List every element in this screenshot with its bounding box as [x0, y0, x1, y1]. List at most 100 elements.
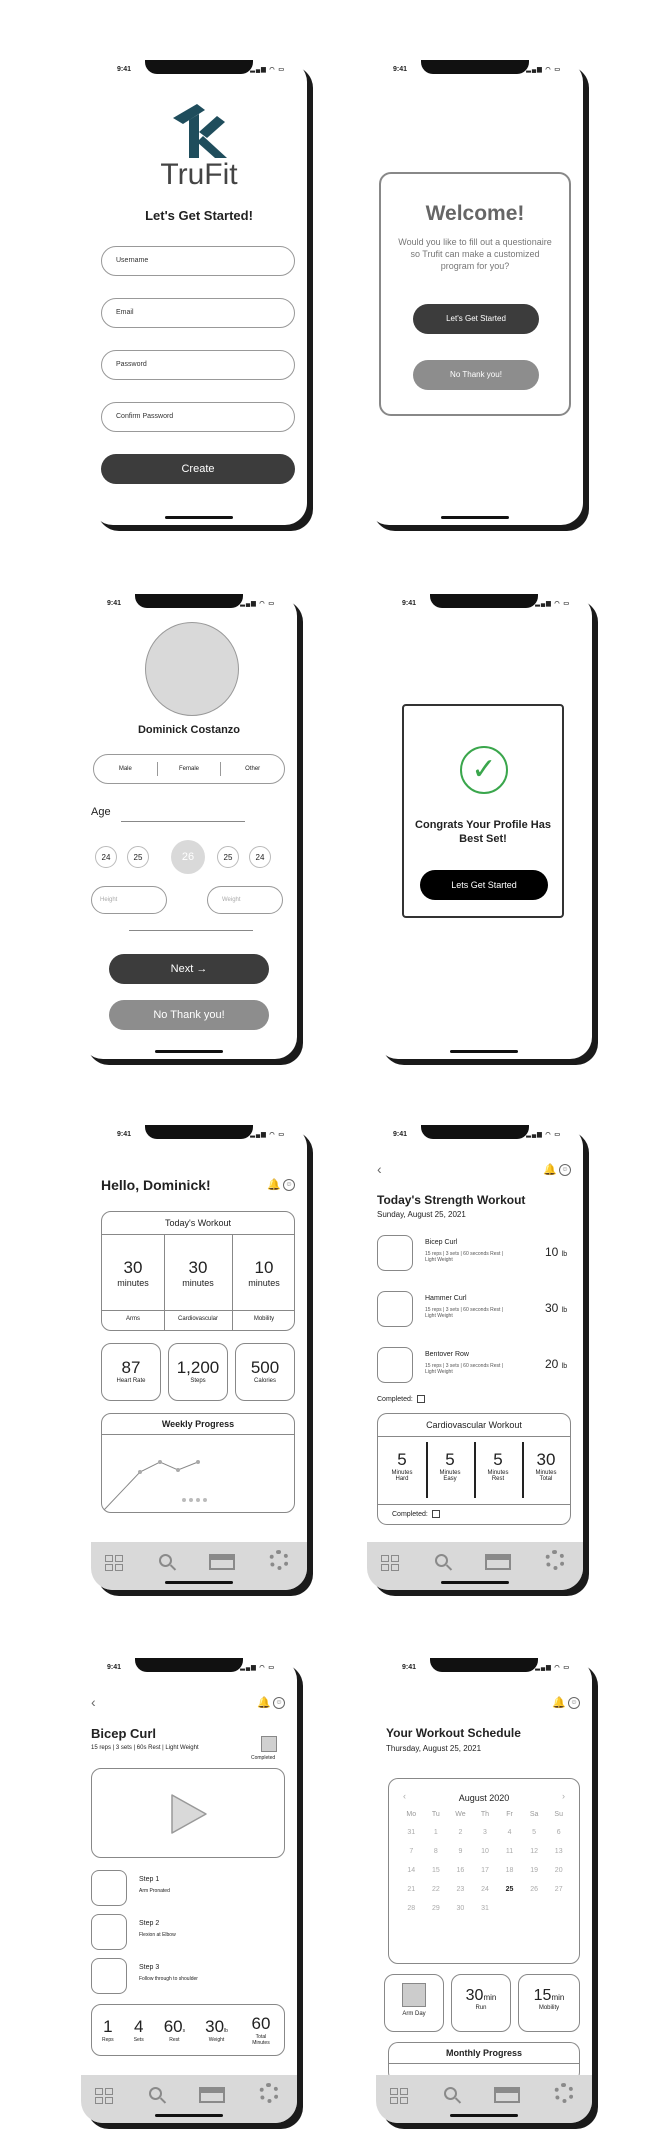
gear-icon[interactable] — [545, 1550, 565, 1570]
exercise-thumbnail[interactable] — [377, 1347, 413, 1383]
search-icon[interactable] — [444, 2087, 457, 2100]
age-option[interactable]: 24 — [249, 846, 271, 868]
calendar-icon[interactable] — [199, 2087, 225, 2103]
age-option[interactable]: 25 — [127, 846, 149, 868]
back-chevron-icon[interactable]: ‹ — [377, 1161, 382, 1177]
exercise-thumbnail[interactable] — [377, 1291, 413, 1327]
no-thank-you-button[interactable]: No Thank you! — [413, 360, 539, 390]
calendar-day[interactable]: 10 — [473, 1848, 498, 1855]
calendar-day[interactable]: 23 — [448, 1886, 473, 1893]
smiley-icon[interactable]: ☺ — [273, 1697, 285, 1709]
calendar-day[interactable]: 20 — [546, 1867, 571, 1874]
search-icon[interactable] — [435, 1554, 448, 1567]
calendar-day[interactable]: 29 — [424, 1905, 449, 1912]
search-icon[interactable] — [159, 1554, 172, 1567]
age-option-selected[interactable]: 26 — [171, 840, 205, 874]
completed-checkbox[interactable] — [416, 1395, 425, 1403]
completed-checkbox[interactable] — [261, 1736, 277, 1752]
calendar-day[interactable]: 4 — [497, 1829, 522, 1836]
calendar-day[interactable]: 5 — [522, 1829, 547, 1836]
calendar-day[interactable]: 31 — [473, 1905, 498, 1912]
calendar-day[interactable]: 11 — [497, 1848, 522, 1855]
email-field[interactable]: Email — [101, 298, 295, 328]
step-thumbnail[interactable] — [91, 1870, 127, 1906]
smiley-icon[interactable]: ☺ — [568, 1697, 580, 1709]
calendar-day[interactable]: 21 — [399, 1886, 424, 1893]
next-button[interactable]: Next → — [109, 954, 269, 984]
calendar-day[interactable]: 27 — [546, 1886, 571, 1893]
dashboard-grid-icon[interactable] — [390, 2088, 408, 2104]
lets-get-started-button[interactable]: Let's Get Started — [413, 304, 539, 334]
age-option[interactable]: 25 — [217, 846, 239, 868]
dashboard-grid-icon[interactable] — [95, 2088, 113, 2104]
schedule-card-arm-day[interactable]: Arm Day — [384, 1974, 444, 2032]
calendar-icon[interactable] — [494, 2087, 520, 2103]
bell-icon[interactable]: 🔔 — [267, 1178, 281, 1191]
bell-icon[interactable]: 🔔 — [257, 1696, 271, 1709]
create-button[interactable]: Create — [101, 454, 295, 484]
schedule-card-mobility[interactable]: 15min Mobility — [518, 1974, 580, 2032]
age-option[interactable]: 24 — [95, 846, 117, 868]
todays-workout-card[interactable]: Today's Workout 30 minutes 30 minutes 10 mi… — [101, 1211, 295, 1331]
calendar-day[interactable]: 24 — [473, 1886, 498, 1893]
steps-card[interactable]: 1,200 Steps — [168, 1343, 228, 1401]
height-field[interactable]: Height — [91, 886, 167, 914]
heart-rate-card[interactable]: 87 Heart Rate — [101, 1343, 161, 1401]
dashboard-grid-icon[interactable] — [105, 1555, 123, 1571]
password-field[interactable]: Password — [101, 350, 295, 380]
gender-female-option[interactable]: Female — [158, 766, 221, 772]
calendar-day-selected[interactable]: 25 — [497, 1886, 522, 1893]
lets-get-started-button[interactable]: Lets Get Started — [420, 870, 548, 900]
schedule-card-run[interactable]: 30min Run — [451, 1974, 511, 2032]
back-chevron-icon[interactable]: ‹ — [91, 1694, 96, 1710]
smiley-icon[interactable]: ☺ — [283, 1179, 295, 1191]
video-player[interactable] — [91, 1768, 285, 1858]
calendar-day[interactable]: 30 — [448, 1905, 473, 1912]
calendar-day[interactable]: 22 — [424, 1886, 449, 1893]
calendar-icon[interactable] — [485, 1554, 511, 1570]
username-field[interactable]: Username — [101, 246, 295, 276]
calendar-day[interactable]: 18 — [497, 1867, 522, 1874]
gear-icon[interactable] — [554, 2083, 574, 2103]
step-thumbnail[interactable] — [91, 1914, 127, 1950]
avatar[interactable] — [145, 622, 239, 716]
gender-other-option[interactable]: Other — [221, 766, 284, 772]
bell-icon[interactable]: 🔔 — [543, 1163, 557, 1176]
calendar-day[interactable]: 28 — [399, 1905, 424, 1912]
calendar-day[interactable]: 17 — [473, 1867, 498, 1874]
step-thumbnail[interactable] — [91, 1958, 127, 1994]
calendar-day[interactable]: 12 — [522, 1848, 547, 1855]
no-thank-you-button[interactable]: No Thank you! — [109, 1000, 269, 1030]
calendar-day[interactable]: 16 — [448, 1867, 473, 1874]
calendar-day[interactable]: 6 — [546, 1829, 571, 1836]
calendar-day[interactable]: 8 — [424, 1848, 449, 1855]
calendar-day[interactable]: 31 — [399, 1829, 424, 1836]
calendar-day[interactable]: 1 — [424, 1829, 449, 1836]
search-icon[interactable] — [149, 2087, 162, 2100]
cardio-workout-card[interactable]: Cardiovascular Workout 5 Minutes Hard 5 Min… — [377, 1413, 571, 1525]
weekly-progress-card[interactable]: Weekly Progress — [101, 1413, 295, 1513]
calendar-day[interactable]: 3 — [473, 1829, 498, 1836]
calories-card[interactable]: 500 Calories — [235, 1343, 295, 1401]
calendar-day[interactable]: 26 — [522, 1886, 547, 1893]
bell-icon[interactable]: 🔔 — [552, 1696, 566, 1709]
gear-icon[interactable] — [259, 2083, 279, 2103]
completed-checkbox[interactable] — [431, 1510, 440, 1518]
calendar-day[interactable]: 15 — [424, 1867, 449, 1874]
calendar-day[interactable]: 19 — [522, 1867, 547, 1874]
next-month-chevron-icon[interactable]: › — [562, 1791, 565, 1801]
weight-field[interactable]: Weight — [207, 886, 283, 914]
calendar-day[interactable]: 14 — [399, 1867, 424, 1874]
gender-male-option[interactable]: Male — [94, 766, 157, 772]
smiley-icon[interactable]: ☺ — [559, 1164, 571, 1176]
exercise-thumbnail[interactable] — [377, 1235, 413, 1271]
calendar-day[interactable]: 7 — [399, 1848, 424, 1855]
gear-icon[interactable] — [269, 1550, 289, 1570]
play-icon[interactable] — [168, 1793, 208, 1835]
calendar-day[interactable]: 9 — [448, 1848, 473, 1855]
calendar-day[interactable]: 2 — [448, 1829, 473, 1836]
calendar-icon[interactable] — [209, 1554, 235, 1570]
dashboard-grid-icon[interactable] — [381, 1555, 399, 1571]
calendar-day[interactable]: 13 — [546, 1848, 571, 1855]
confirm-password-field[interactable]: Confirm Password — [101, 402, 295, 432]
